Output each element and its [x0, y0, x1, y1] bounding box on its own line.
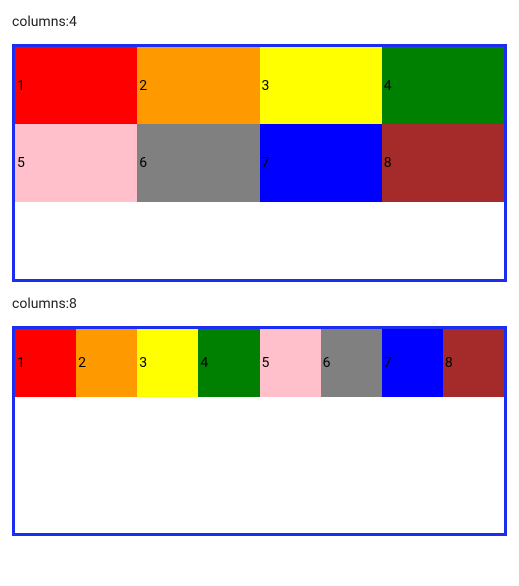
grid-cell: 7	[260, 124, 382, 201]
grid-label: columns:8	[12, 296, 507, 312]
grid-cell: 7	[382, 329, 443, 397]
grid-cell: 6	[137, 124, 259, 201]
grid-cell: 8	[382, 124, 504, 201]
grid-cell: 6	[321, 329, 382, 397]
grid-cell: 2	[76, 329, 137, 397]
grid-label: columns:4	[12, 14, 507, 30]
grid-cell: 4	[198, 329, 259, 397]
grid-cell: 3	[137, 329, 198, 397]
grid-container-4: 1 2 3 4 5 6 7 8	[12, 44, 507, 282]
grid-cell: 5	[260, 329, 321, 397]
grid-cell: 1	[15, 47, 137, 124]
grid-cell: 2	[137, 47, 259, 124]
grid-container-8: 1 2 3 4 5 6 7 8	[12, 326, 507, 536]
grid-cell: 8	[443, 329, 504, 397]
grid-cell: 4	[382, 47, 504, 124]
grid-cell: 3	[260, 47, 382, 124]
grid-cell: 5	[15, 124, 137, 201]
grid-cell: 1	[15, 329, 76, 397]
